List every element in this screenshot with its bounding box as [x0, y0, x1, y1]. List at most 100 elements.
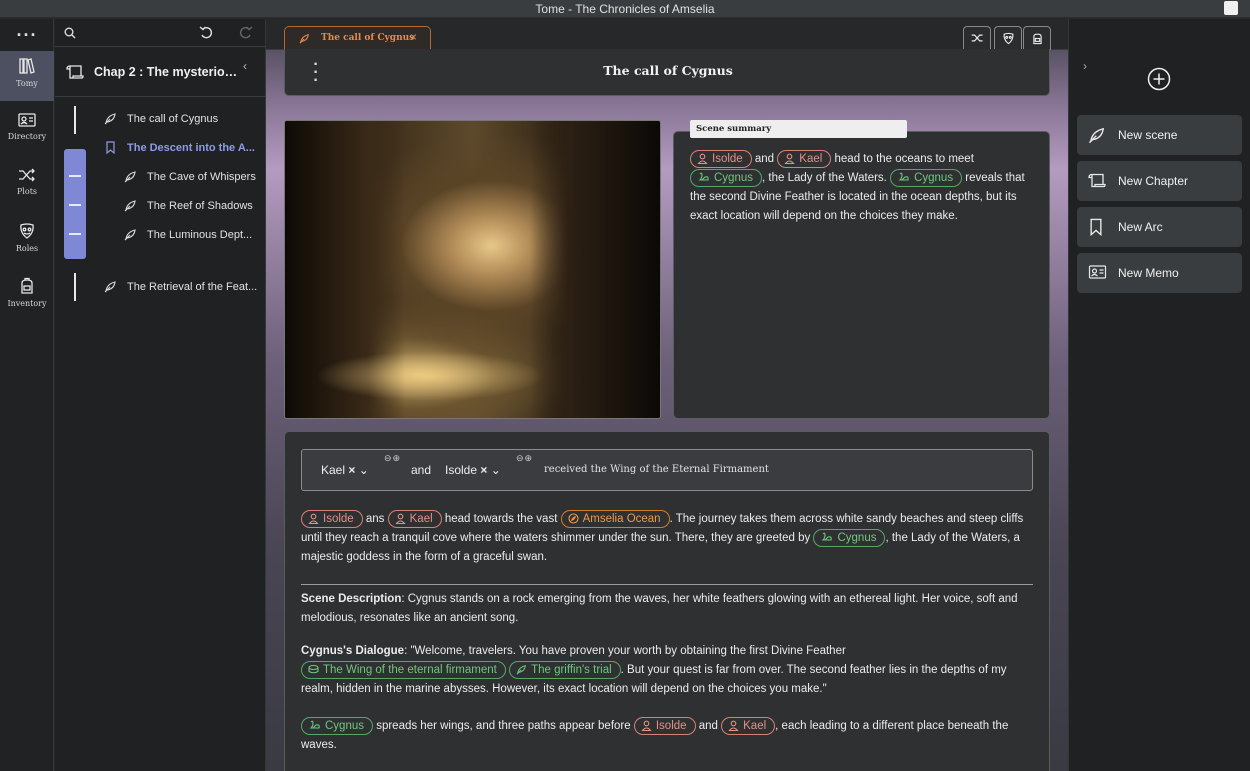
rail-item-roles[interactable]: Roles	[0, 216, 54, 266]
tick	[69, 233, 81, 235]
scene-summary-text[interactable]: Isolde and Kael head to the oceans to me…	[690, 150, 1030, 226]
tab-bar: The call of Cygnus ×	[266, 19, 1068, 50]
create-panel: › New scene New Chapter New Arc New Memo	[1068, 19, 1250, 771]
chip-character-kael[interactable]: Kael	[777, 150, 832, 168]
scene-illustration	[284, 120, 661, 419]
remove-icon[interactable]: ×	[348, 463, 355, 477]
roles-toggle-button[interactable]	[994, 26, 1022, 50]
inventory-toggle-button[interactable]	[1023, 26, 1051, 50]
chip-item-wing[interactable]: The Wing of the eternal firmament	[301, 661, 506, 679]
tick	[69, 204, 81, 206]
tree-item-scene[interactable]: The Retrieval of the Feat...	[127, 277, 262, 297]
chip-plot-griffins-trial[interactable]: The griffin's trial	[509, 661, 621, 679]
tree-toolbar	[55, 19, 266, 47]
person-icon	[395, 513, 406, 524]
condition-text: received the Wing of the Eternal Firmame…	[544, 464, 769, 475]
scene-body-card[interactable]: Kael × ⌄ ⊖⊕ and Isolde × ⌄ ⊖⊕ received t…	[284, 431, 1050, 771]
rail-item-directory[interactable]: Directory	[0, 106, 54, 156]
chip-creature-cygnus[interactable]: Cygnus	[813, 529, 886, 548]
more-menu-icon[interactable]: ···	[0, 25, 54, 46]
chapter-header[interactable]: Chap 2 : The mysterious A... ‹	[55, 47, 266, 97]
condition-character-select-isolde[interactable]: Isolde × ⌄	[445, 463, 501, 477]
chip-character-isolde[interactable]: Isolde	[633, 717, 696, 735]
person-icon	[641, 720, 652, 731]
scene-description-label: Scene Description	[301, 593, 402, 605]
dialogue-label: Cygnus's Dialogue	[301, 645, 405, 657]
condition-operator: and	[411, 463, 432, 477]
compass-icon	[568, 513, 579, 524]
condition-character-select-kael[interactable]: Kael × ⌄	[321, 463, 369, 477]
new-arc-button[interactable]: New Arc	[1077, 207, 1242, 247]
bookmark-icon	[1090, 218, 1102, 236]
new-scene-button[interactable]: New scene	[1077, 115, 1242, 155]
rail-item-inventory[interactable]: Inventory	[0, 271, 54, 321]
coins-icon	[308, 664, 319, 674]
person-icon	[784, 153, 795, 164]
chip-creature-cygnus[interactable]: Cygnus	[301, 717, 373, 735]
scene-description[interactable]: Scene Description: Cygnus stands on a ro…	[301, 590, 1033, 628]
search-icon[interactable]	[64, 27, 76, 39]
shuffle-icon	[19, 168, 35, 182]
collapse-panel-icon[interactable]: ‹	[243, 59, 247, 73]
scene-paragraph[interactable]: Isolde ans Kael head towards the vast Am…	[301, 510, 1033, 567]
person-icon	[697, 153, 708, 164]
tree-scroll-indicator[interactable]	[64, 149, 86, 259]
condition-adjust-icons[interactable]: ⊖⊕	[384, 453, 401, 464]
remove-icon[interactable]: ×	[480, 463, 487, 477]
tree-item-scene[interactable]: The Reef of Shadows	[147, 196, 262, 216]
id-card-icon	[18, 113, 36, 127]
tree-item-scene[interactable]: The Luminous Dept...	[147, 225, 262, 245]
scene-title[interactable]: The call of Cygnus	[285, 63, 1051, 78]
chip-character-kael[interactable]: Kael	[721, 717, 776, 735]
scene-header: · · · The call of Cygnus	[284, 49, 1050, 96]
add-circle-icon[interactable]	[1147, 67, 1171, 91]
scroll-icon	[1088, 173, 1106, 188]
mask-icon	[1002, 32, 1014, 45]
quill-icon	[516, 665, 526, 675]
chip-place-amselia-ocean[interactable]: Amselia Ocean	[560, 510, 670, 528]
condition-adjust-icons[interactable]: ⊖⊕	[516, 453, 533, 464]
new-memo-button[interactable]: New Memo	[1077, 253, 1242, 293]
rail-label: Tomy	[16, 79, 38, 88]
quill-icon	[124, 229, 136, 241]
action-label: New scene	[1118, 128, 1178, 142]
chevron-down-icon[interactable]: ⌄	[359, 463, 369, 477]
person-icon	[728, 720, 739, 731]
rail-label: Roles	[15, 244, 39, 253]
tab-scene[interactable]: The call of Cygnus ×	[284, 26, 431, 50]
redo-icon[interactable]	[238, 26, 253, 40]
window-app-icon[interactable]	[1224, 1, 1238, 15]
tree-item-scene[interactable]: The Cave of Whispers	[147, 167, 262, 187]
memo-icon	[1088, 265, 1107, 279]
backpack-icon	[21, 277, 33, 294]
tree-item-scene[interactable]: The call of Cygnus	[127, 109, 262, 129]
scene-paragraph[interactable]: Cygnus spreads her wings, and three path…	[301, 717, 1033, 755]
tab-label: The call of Cygnus	[321, 33, 415, 43]
chip-creature-cygnus[interactable]: Cygnus	[890, 169, 963, 188]
chevron-down-icon[interactable]: ⌄	[491, 463, 501, 477]
action-label: New Chapter	[1118, 174, 1189, 188]
chip-character-isolde[interactable]: Isolde	[301, 510, 363, 528]
expand-panel-icon[interactable]: ›	[1083, 59, 1087, 73]
chip-creature-cygnus[interactable]: Cygnus	[690, 169, 762, 188]
swan-icon	[309, 720, 320, 729]
new-chapter-button[interactable]: New Chapter	[1077, 161, 1242, 201]
rail-label: Plots	[16, 187, 38, 196]
tick	[69, 175, 81, 177]
rail-item-tomy[interactable]: Tomy	[0, 51, 54, 101]
undo-icon[interactable]	[199, 26, 214, 40]
backpack-icon	[1032, 33, 1042, 45]
close-tab-icon[interactable]: ×	[410, 30, 417, 44]
plots-toggle-button[interactable]	[963, 26, 991, 50]
rail-label: Inventory	[7, 299, 47, 308]
scroll-icon	[66, 65, 84, 79]
condition-builder: Kael × ⌄ ⊖⊕ and Isolde × ⌄ ⊖⊕ received t…	[301, 449, 1033, 491]
scene-summary-card[interactable]: Isolde and Kael head to the oceans to me…	[673, 131, 1050, 419]
action-label: New Memo	[1118, 266, 1179, 280]
chip-character-isolde[interactable]: Isolde	[690, 150, 752, 168]
rail-item-plots[interactable]: Plots	[0, 161, 54, 211]
tree-item-arc-selected[interactable]: The Descent into the A...	[127, 138, 262, 158]
character-dialogue[interactable]: Cygnus's Dialogue: "Welcome, travelers. …	[301, 642, 1033, 699]
chip-character-kael[interactable]: Kael	[387, 510, 442, 528]
quill-icon	[104, 281, 116, 293]
